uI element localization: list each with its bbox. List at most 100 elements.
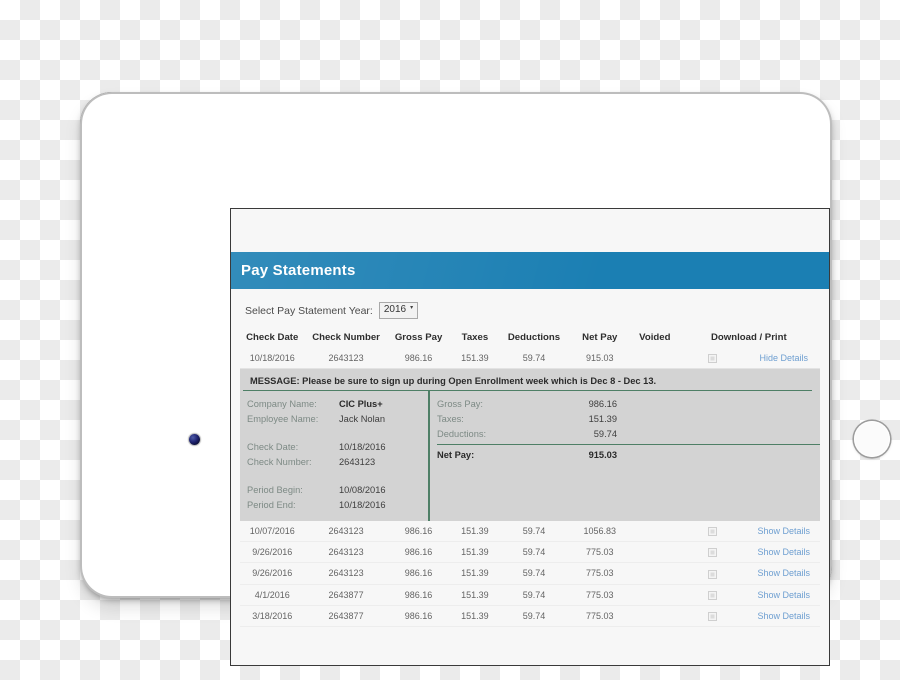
cell-taxes: 151.39 (449, 521, 501, 543)
year-select[interactable]: 2016 ▾ (378, 302, 419, 319)
cell-check-number: 2643877 (304, 605, 388, 627)
cell-taxes: 151.39 (449, 541, 501, 564)
detail-amount-value: 59.74 (593, 429, 617, 440)
cell-taxes: 151.39 (449, 348, 501, 370)
year-filter-label: Select Pay Statement Year: (245, 304, 373, 317)
download-print-checkbox[interactable] (708, 611, 718, 621)
table-row: 9/26/2016 2643123 986.16 151.39 59.74 775.03 S… (240, 562, 820, 585)
detail-amount-row: Net Pay: 915.03 (437, 444, 820, 463)
app-header-bar: Pay Statements (231, 252, 829, 289)
detail-field: Period End: 10/18/2016 (247, 498, 428, 513)
cell-deductions: 59.74 (500, 605, 568, 627)
download-print-checkbox[interactable] (708, 590, 718, 600)
show-details-link[interactable]: Show Details (757, 590, 810, 600)
cell-gross-pay: 986.16 (387, 541, 450, 564)
pay-statements-table-container: Check Date Check Number Gross Pay Taxes … (231, 330, 829, 627)
detail-amount-label: Gross Pay: (437, 399, 483, 410)
download-print-checkbox[interactable] (708, 354, 718, 364)
cell-gross-pay: 986.16 (387, 562, 450, 585)
details-action-cell: Show Details (747, 605, 820, 627)
detail-amount-label: Taxes: (437, 414, 464, 425)
detail-field-label: Check Number: (247, 457, 312, 468)
download-print-cell (677, 605, 748, 627)
front-camera-icon (189, 434, 200, 445)
page-title: Pay Statements (241, 262, 356, 279)
show-details-link[interactable]: Show Details (757, 547, 810, 557)
col-header-deductions: Deductions (507, 332, 561, 343)
download-print-cell (677, 348, 748, 370)
cell-net-pay: 775.03 (567, 605, 632, 627)
show-details-link[interactable]: Show Details (757, 568, 810, 578)
cell-voided (632, 605, 678, 627)
detail-columns: Company Name: CIC Plus+ Employee Name: Jack… (240, 391, 820, 522)
cell-net-pay: 775.03 (567, 584, 632, 606)
detail-field-value: 2643123 (339, 457, 376, 468)
cell-check-date: 4/1/2016 (240, 584, 305, 606)
col-header-voided: Voided (639, 332, 671, 343)
enrollment-message: MESSAGE: Please be sure to sign up durin… (243, 374, 812, 392)
detail-amount-row: Taxes: 151.39 (437, 412, 820, 427)
table-row: 10/18/2016 2643123 986.16 151.39 59.74 915.03… (240, 348, 820, 370)
table-header-row: Check Date Check Number Gross Pay Taxes … (240, 330, 820, 348)
cell-check-number: 2643877 (304, 584, 388, 606)
detail-field-label: Company Name: (247, 399, 317, 410)
col-header-check-date: Check Date (246, 332, 299, 343)
cell-check-number: 2643123 (304, 562, 388, 585)
expanded-detail-panel: MESSAGE: Please be sure to sign up durin… (240, 369, 820, 522)
cell-gross-pay: 986.16 (387, 584, 450, 606)
detail-amount-row: Deductions: 59.74 (437, 427, 820, 442)
cell-check-date: 9/26/2016 (240, 562, 305, 585)
download-print-checkbox[interactable] (708, 569, 718, 579)
detail-amount-value: 986.16 (588, 399, 617, 410)
show-details-link[interactable]: Show Details (757, 526, 810, 536)
detail-left-column: Company Name: CIC Plus+ Employee Name: Jack… (240, 391, 430, 522)
cell-deductions: 59.74 (500, 541, 568, 564)
detail-field-label: Employee Name: (247, 414, 319, 425)
cell-voided (632, 562, 678, 585)
detail-amount-label: Net Pay: (437, 450, 475, 461)
pay-statements-table: Check Date Check Number Gross Pay Taxes … (240, 330, 820, 627)
download-print-checkbox[interactable] (708, 527, 718, 537)
cell-check-number: 2643123 (304, 348, 388, 370)
details-action-cell: Show Details (747, 521, 820, 543)
details-action-cell: Show Details (747, 541, 820, 564)
cell-gross-pay: 986.16 (387, 348, 450, 370)
detail-field-label: Period End: (247, 500, 296, 511)
detail-row: MESSAGE: Please be sure to sign up durin… (240, 369, 820, 522)
download-print-checkbox[interactable] (708, 548, 718, 558)
hide-details-link[interactable]: Hide Details (759, 353, 808, 363)
table-row: 4/1/2016 2643877 986.16 151.39 59.74 775.03 Sh… (240, 584, 820, 606)
detail-field: Period Begin: 10/08/2016 (247, 483, 428, 498)
cell-net-pay: 775.03 (567, 541, 632, 564)
cell-check-number: 2643123 (304, 541, 388, 564)
home-button[interactable] (854, 421, 890, 457)
cell-check-date: 10/18/2016 (240, 348, 305, 370)
cell-taxes: 151.39 (449, 584, 501, 606)
cell-voided (632, 584, 678, 606)
download-print-cell (677, 541, 748, 564)
detail-field-value: 10/18/2016 (339, 442, 386, 453)
detail-amount-row: Gross Pay: 986.16 (437, 397, 820, 412)
show-details-link[interactable]: Show Details (757, 611, 810, 621)
cell-voided (632, 348, 678, 370)
cell-check-date: 3/18/2016 (240, 605, 305, 627)
detail-amount-label: Deductions: (437, 429, 487, 440)
detail-panel-cell: MESSAGE: Please be sure to sign up durin… (240, 369, 820, 522)
download-print-cell (677, 521, 748, 543)
detail-field: Check Date: 10/18/2016 (247, 440, 428, 455)
cell-check-date: 9/26/2016 (240, 541, 305, 564)
details-action-cell: Show Details (747, 562, 820, 585)
detail-field-value: 10/18/2016 (339, 500, 386, 511)
col-header-net-pay: Net Pay (582, 332, 618, 343)
col-header-taxes: Taxes (461, 332, 489, 343)
cell-net-pay: 775.03 (567, 562, 632, 585)
detail-right-column: Gross Pay: 986.16 Taxes: 151.39 Deductions: 5… (430, 391, 820, 521)
table-row: 3/18/2016 2643877 986.16 151.39 59.74 775.03 S… (240, 605, 820, 627)
year-select-value: 2016 (383, 304, 407, 315)
year-filter-row: Select Pay Statement Year: 2016 ▾ (231, 289, 829, 330)
cell-deductions: 59.74 (500, 562, 568, 585)
table-body: 10/18/2016 2643123 986.16 151.39 59.74 915.03… (240, 348, 820, 627)
cell-taxes: 151.39 (449, 562, 501, 585)
browser-chrome-blank-area (231, 209, 829, 252)
